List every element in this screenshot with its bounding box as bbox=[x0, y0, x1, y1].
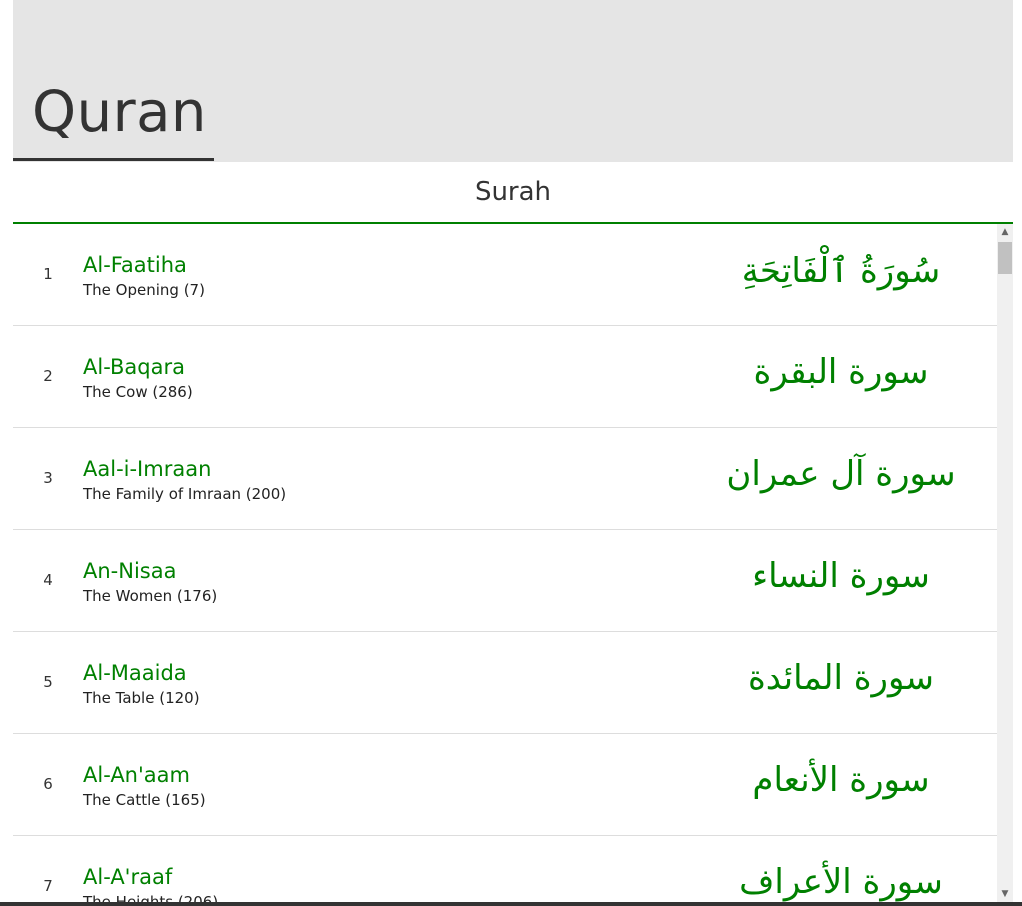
surah-list: 1 Al-Faatiha The Opening (7) سُورَةُ ٱلْ… bbox=[13, 224, 997, 906]
surah-number: 1 bbox=[43, 265, 53, 283]
surah-number: 2 bbox=[43, 367, 53, 385]
surah-name: Al-A'raaf bbox=[83, 865, 173, 889]
tab-surah[interactable]: Surah bbox=[13, 162, 1013, 222]
list-item[interactable]: 2 Al-Baqara The Cow (286) سورة البقرة bbox=[13, 326, 997, 428]
surah-arabic-name: سُورَةُ ٱلْفَاتِحَةِ bbox=[741, 251, 941, 291]
surah-name: Al-An'aam bbox=[83, 763, 190, 787]
surah-arabic-name: سورة الأعراف bbox=[739, 862, 943, 902]
tab-bar: Surah bbox=[13, 162, 1013, 224]
surah-arabic-name: سورة المائدة bbox=[747, 658, 935, 698]
list-item[interactable]: 6 Al-An'aam The Cattle (165) سورة الأنعا… bbox=[13, 734, 997, 836]
surah-meaning: The Women (176) bbox=[83, 587, 218, 605]
page-title: Quran bbox=[32, 80, 207, 145]
surah-arabic-name: سورة آل عمران bbox=[726, 454, 956, 494]
scroll-thumb[interactable] bbox=[998, 242, 1012, 274]
app-window: Quran Surah 1 Al-Faatiha The Opening (7)… bbox=[13, 0, 1013, 906]
surah-meaning: The Family of Imraan (200) bbox=[83, 485, 287, 503]
list-item[interactable]: 5 Al-Maaida The Table (120) سورة المائدة bbox=[13, 632, 997, 734]
scroll-up-arrow-icon[interactable]: ▲ bbox=[997, 224, 1013, 240]
window-bottom-edge bbox=[0, 902, 1022, 906]
surah-arabic-name: سورة النساء bbox=[752, 556, 930, 596]
surah-number: 3 bbox=[43, 469, 53, 487]
surah-number: 7 bbox=[43, 877, 53, 895]
surah-number: 5 bbox=[43, 673, 53, 691]
surah-name: Aal-i-Imraan bbox=[83, 457, 212, 481]
surah-name: An-Nisaa bbox=[83, 559, 177, 583]
surah-number: 4 bbox=[43, 571, 53, 589]
surah-name: Al-Maaida bbox=[83, 661, 187, 685]
surah-name: Al-Baqara bbox=[83, 355, 186, 379]
title-underline bbox=[13, 158, 214, 161]
surah-meaning: The Cow (286) bbox=[83, 383, 193, 401]
surah-name: Al-Faatiha bbox=[83, 253, 187, 277]
surah-meaning: The Table (120) bbox=[83, 689, 200, 707]
surah-arabic-name: سورة البقرة bbox=[753, 352, 929, 392]
scroll-down-arrow-icon[interactable]: ▼ bbox=[997, 886, 1013, 902]
surah-meaning: The Cattle (165) bbox=[83, 791, 206, 809]
surah-arabic-name: سورة الأنعام bbox=[752, 760, 930, 800]
list-item[interactable]: 7 Al-A'raaf The Heights (206) سورة الأعر… bbox=[13, 836, 997, 906]
list-item[interactable]: 4 An-Nisaa The Women (176) سورة النساء bbox=[13, 530, 997, 632]
list-item[interactable]: 3 Aal-i-Imraan The Family of Imraan (200… bbox=[13, 428, 997, 530]
surah-meaning: The Opening (7) bbox=[83, 281, 205, 299]
vertical-scrollbar[interactable]: ▲ ▼ bbox=[997, 224, 1013, 906]
app-header: Quran bbox=[13, 0, 1013, 162]
list-item[interactable]: 1 Al-Faatiha The Opening (7) سُورَةُ ٱلْ… bbox=[13, 224, 997, 326]
surah-number: 6 bbox=[43, 775, 53, 793]
